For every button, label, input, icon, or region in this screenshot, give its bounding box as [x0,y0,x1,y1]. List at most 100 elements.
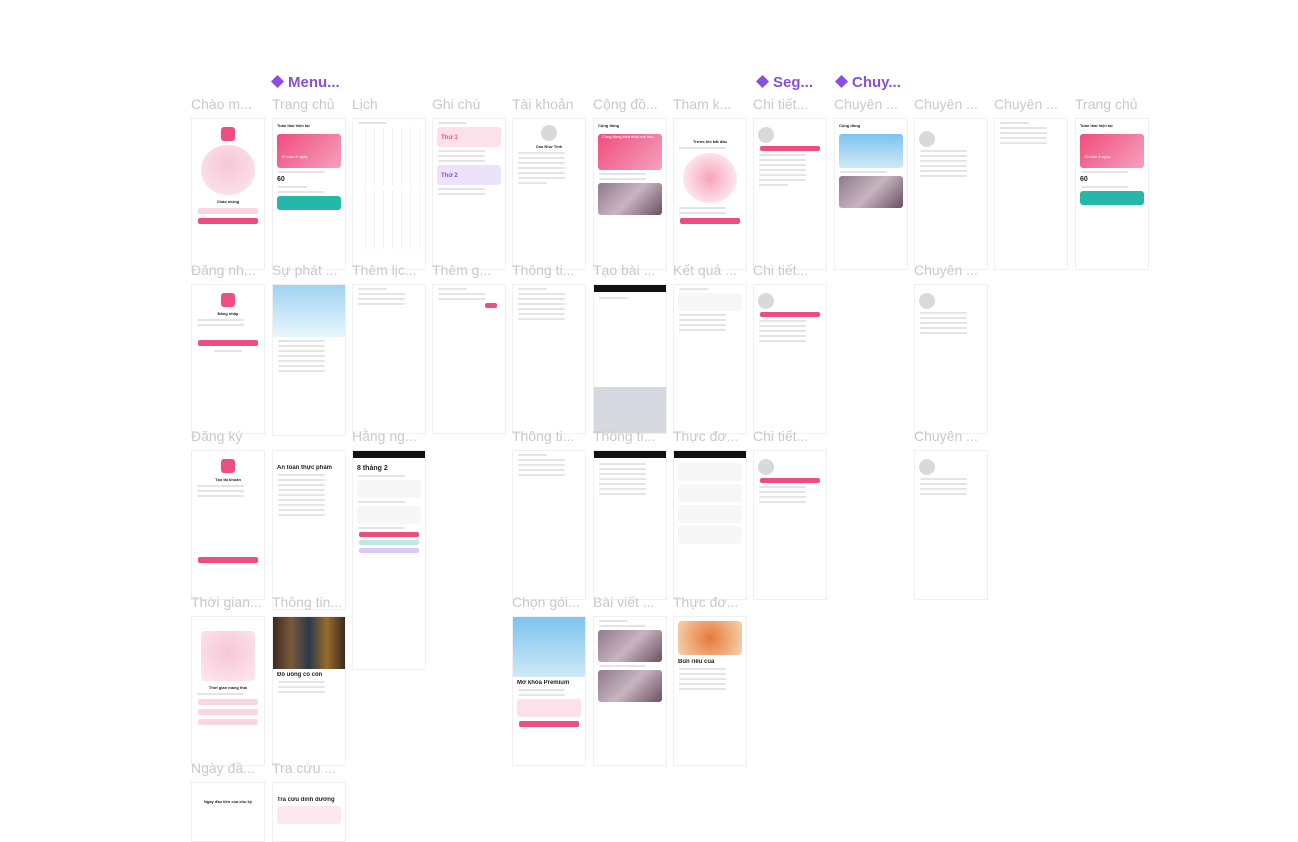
frame-create-post[interactable] [593,284,667,434]
subscribe-button[interactable] [519,721,579,727]
frame-label[interactable]: Chọn gói... [512,594,592,610]
password-field[interactable] [197,324,244,326]
group-label-seg[interactable]: Seg... [755,74,813,91]
frame-label[interactable]: Thông ti... [512,262,592,278]
community-card[interactable] [1080,191,1144,205]
lookup-card[interactable] [277,806,341,824]
frame-label[interactable]: Thực đơ... [673,428,753,444]
frame-label[interactable]: Thông ti... [593,428,673,444]
tab-bar[interactable] [760,146,820,151]
frame-home-2[interactable]: Tuần thai hiện tại 10 tuần 6 ngày 60 [1075,118,1149,270]
tag-row[interactable] [359,540,419,545]
group-label-menu[interactable]: Menu... [270,74,340,91]
secondary-button[interactable] [198,208,258,214]
frame-label[interactable]: Thông ti... [512,428,592,444]
tab-bar[interactable] [760,312,820,317]
option-button[interactable] [198,719,258,725]
frame-label[interactable]: Trang chủ [272,96,352,112]
frame-label[interactable]: Lịch [352,96,432,112]
frame-label[interactable]: Tạo bài ... [593,262,673,278]
frame-food-safety[interactable]: An toàn thực phẩm [272,450,346,610]
frame-label[interactable]: Hằng ng... [352,428,432,444]
frame-label[interactable]: Cộng đồ... [593,96,673,112]
frame-label[interactable]: Bài viết ... [593,594,673,610]
frame-label[interactable]: Ghi chú [432,96,512,112]
option-button[interactable] [198,699,258,705]
frame-label[interactable]: Thời gian... [191,594,271,610]
community-card[interactable] [277,196,341,210]
frame-label[interactable]: Chuyên ... [914,262,994,278]
frame-development[interactable] [272,284,346,436]
frame-label[interactable]: Chào m... [191,96,271,112]
note-card-pink[interactable]: Thứ 1 [437,127,501,147]
frame-label[interactable]: Tra cứu ... [272,760,352,776]
frame-pregnancy-time[interactable]: Thời gian mang thai [191,616,265,766]
frame-detail-3[interactable] [753,450,827,600]
frame-post[interactable] [593,616,667,766]
frame-expert-2[interactable] [914,284,988,434]
option-button[interactable] [198,709,258,715]
frame-label[interactable]: Kết quả ... [673,262,753,278]
frame-label[interactable]: Trang chủ [1075,96,1155,112]
toggle-switch[interactable] [485,303,497,308]
group-label-chuy[interactable]: Chuy... [834,74,901,91]
frame-result[interactable] [673,284,747,434]
keyboard[interactable] [594,387,666,433]
frame-login[interactable]: Đăng nhập [191,284,265,434]
frame-premium[interactable]: Mở khóa Premium [512,616,586,766]
frame-label[interactable]: Chuyên ... [914,428,994,444]
frame-detail[interactable] [753,118,827,270]
frame-label[interactable]: Chi tiết... [753,96,833,112]
frame-label[interactable]: Tài khoản [512,96,592,112]
frame-add-calendar[interactable] [352,284,426,434]
calendar-grid[interactable] [357,190,421,250]
frame-label[interactable]: Chuyên ... [914,96,994,112]
tab-bar[interactable] [760,478,820,483]
frame-lookup[interactable]: Tra cứu dinh dưỡng [272,782,346,842]
frame-info-3[interactable] [593,450,667,600]
frame-label[interactable]: Chi tiết... [753,262,833,278]
frame-label[interactable]: Chuyên ... [994,96,1074,112]
frame-menu[interactable] [673,450,747,600]
tag-row[interactable] [359,548,419,553]
daily-card[interactable] [357,480,421,498]
menu-item[interactable] [678,484,742,502]
frame-menu-dish[interactable]: Bún riêu cua [673,616,747,766]
frame-expert-3[interactable] [914,450,988,600]
frame-label[interactable]: Thêm lịc... [352,262,432,278]
frame-label[interactable]: Tham k... [673,96,753,112]
frame-info-2[interactable] [512,450,586,600]
primary-button[interactable] [198,218,258,224]
frame-home[interactable]: Tuần thai hiện tại 10 tuần 6 ngày 60 [272,118,346,270]
menu-item[interactable] [678,505,742,523]
frame-label[interactable]: Đăng ký [191,428,271,444]
frame-community[interactable]: Cộng đồng Cộng đồng kiến thức mẹ bầu [593,118,667,270]
plan-option[interactable] [517,699,581,717]
frame-alcohol[interactable]: Đồ uống có cồn [272,616,346,766]
menu-item[interactable] [678,526,742,544]
frame-detail-2[interactable] [753,284,827,434]
menu-item[interactable] [678,463,742,481]
calendar-grid[interactable] [357,127,421,187]
frame-before-start[interactable]: Trước khi bắt đầu [673,118,747,270]
frame-label[interactable]: Thực đơ... [673,594,753,610]
daily-card[interactable] [357,506,421,524]
frame-expert-list[interactable] [994,118,1068,270]
frame-label[interactable]: Thông tin... [272,594,352,610]
frame-label[interactable]: Chi tiết... [753,428,833,444]
frame-label[interactable]: Chuyên ... [834,96,914,112]
frame-label[interactable]: Ngày đầ... [191,760,271,776]
frame-first-day[interactable]: Ngày đầu tiên của chu kỳ [191,782,265,842]
frame-account[interactable]: Cao Như Tình [512,118,586,270]
frame-label[interactable]: Sự phát ... [272,262,352,278]
frame-info[interactable] [512,284,586,434]
frame-expert-profile[interactable] [914,118,988,270]
frame-label[interactable]: Thêm g... [432,262,512,278]
tag-row[interactable] [359,532,419,537]
frame-notes[interactable]: Thứ 1 Thứ 2 [432,118,506,270]
frame-add-note[interactable] [432,284,506,434]
frame-label[interactable]: Đăng nh... [191,262,271,278]
frame-welcome[interactable]: Chào mừng [191,118,265,270]
login-button[interactable] [198,340,258,346]
frame-expert-community[interactable]: Cộng đồng [834,118,908,270]
